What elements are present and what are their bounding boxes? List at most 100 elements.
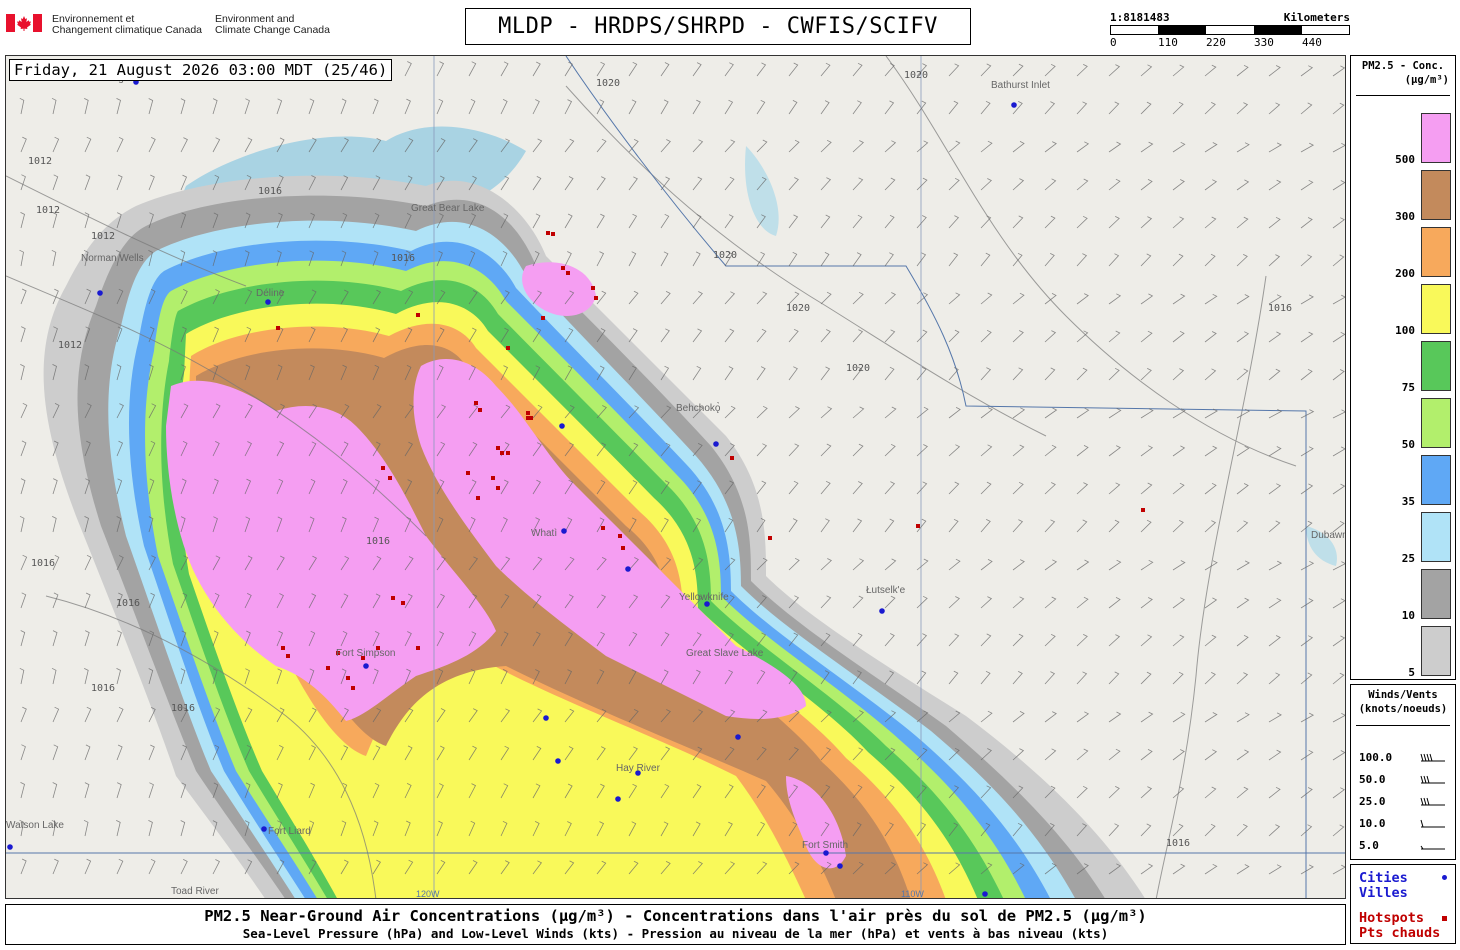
wind-barb bbox=[788, 480, 799, 495]
hotspot-marker bbox=[551, 232, 555, 236]
wind-barb bbox=[1268, 331, 1282, 343]
wind-barb bbox=[1108, 597, 1121, 609]
product-title: MLDP - HRDPS/SHRPD - CWFIS/SCIFV bbox=[465, 8, 971, 45]
city-marker bbox=[615, 796, 621, 802]
wind-barb bbox=[1204, 293, 1218, 305]
city-marker bbox=[97, 290, 103, 296]
wind-barb bbox=[404, 98, 411, 115]
wind-barb bbox=[116, 136, 124, 153]
wind-barb bbox=[1012, 711, 1025, 723]
wind-barb bbox=[820, 252, 830, 267]
city-dot-icon bbox=[1442, 875, 1447, 880]
wind-barb bbox=[1076, 215, 1088, 229]
wind-barb bbox=[1044, 253, 1055, 267]
place-label: Bathurst Inlet bbox=[991, 80, 1050, 91]
wind-barb bbox=[1300, 65, 1314, 77]
wind-barb bbox=[1108, 519, 1120, 533]
place-label: Behchokǫ̀ bbox=[676, 401, 721, 414]
wind-barb bbox=[1108, 64, 1121, 77]
wind-barb bbox=[20, 402, 28, 419]
wind-barb bbox=[948, 596, 960, 609]
wind-barb bbox=[212, 137, 221, 153]
wind-barb bbox=[148, 858, 156, 875]
wind-barb bbox=[948, 63, 960, 77]
hotspot-marker bbox=[768, 536, 772, 540]
wind-barb bbox=[84, 744, 91, 761]
wind-barb bbox=[564, 251, 572, 267]
wind-barb bbox=[1076, 253, 1088, 267]
wind-barb bbox=[1012, 596, 1025, 609]
city-marker bbox=[1011, 102, 1017, 108]
wind-barb bbox=[52, 592, 59, 609]
wind-barb bbox=[148, 820, 153, 837]
wind-barb bbox=[660, 328, 670, 343]
place-label: Łutselk'e bbox=[866, 585, 906, 596]
wind-barb bbox=[1140, 368, 1152, 381]
wind-barb bbox=[916, 177, 928, 191]
wind-barb bbox=[1268, 635, 1281, 647]
city-marker bbox=[7, 844, 13, 850]
agency-name-en: Environment and Climate Change Canada bbox=[215, 14, 345, 36]
wind-barb bbox=[1236, 864, 1250, 875]
place-label: Norman Wells bbox=[81, 253, 144, 264]
wind-barb bbox=[532, 61, 541, 77]
wind-barb bbox=[20, 326, 26, 343]
wind-barb bbox=[1076, 482, 1089, 495]
wind-barb bbox=[116, 630, 122, 647]
wind-barb bbox=[1140, 863, 1154, 875]
wind-barb bbox=[1076, 141, 1090, 153]
wind-barb bbox=[692, 62, 702, 77]
hotspot-marker bbox=[416, 646, 420, 650]
wind-barb bbox=[1140, 179, 1153, 191]
wind-barb bbox=[820, 518, 830, 533]
hotspot-marker bbox=[618, 534, 622, 538]
wind-barb bbox=[980, 559, 993, 571]
wind-barb bbox=[532, 138, 543, 153]
wind-barb bbox=[884, 406, 897, 419]
wind-barb bbox=[1044, 178, 1057, 191]
wind-barb bbox=[1204, 823, 1216, 837]
wind-barb bbox=[1236, 712, 1250, 723]
hotspot-marker bbox=[730, 456, 734, 460]
wind-barb bbox=[1236, 597, 1250, 609]
wind-barb bbox=[1268, 824, 1281, 837]
wind-barb bbox=[1204, 749, 1218, 761]
scale-bar-segments bbox=[1110, 25, 1350, 35]
wind-barb bbox=[148, 782, 154, 799]
hotspot-marker bbox=[591, 286, 595, 290]
wind-barb bbox=[628, 213, 638, 229]
isobar-label: 1016 bbox=[91, 683, 115, 694]
wind-barb bbox=[1012, 292, 1025, 305]
smoke-map[interactable]: Norman Wells Bathurst Inlet Great Bear L… bbox=[6, 56, 1346, 899]
wind-barb bbox=[884, 595, 896, 609]
wind-barb bbox=[1300, 217, 1313, 229]
wind-barb bbox=[1332, 824, 1345, 837]
meridian-label: 120W bbox=[416, 889, 440, 899]
legend-swatch bbox=[1421, 455, 1451, 505]
wind-barb bbox=[980, 178, 992, 191]
hotspot-marker bbox=[478, 408, 482, 412]
agency-name-en-line2: Climate Change Canada bbox=[215, 24, 330, 36]
city-marker bbox=[837, 863, 843, 869]
wind-barb bbox=[1204, 482, 1217, 495]
wind-barb bbox=[1332, 331, 1345, 343]
hotspot-marker bbox=[416, 313, 420, 317]
wind-barb bbox=[1236, 216, 1249, 229]
wind-barb bbox=[52, 478, 58, 495]
hotspot-marker bbox=[281, 646, 285, 650]
wind-barb bbox=[1076, 519, 1088, 533]
wind-barb bbox=[1140, 711, 1154, 723]
legend-divider bbox=[1356, 95, 1450, 96]
hotspot-marker bbox=[1141, 508, 1145, 512]
wind-barb bbox=[820, 595, 832, 609]
wind-barb bbox=[628, 99, 637, 115]
wind-barb bbox=[1044, 101, 1056, 115]
map-panel[interactable]: Norman Wells Bathurst Inlet Great Bear L… bbox=[5, 55, 1346, 899]
wind-barb bbox=[884, 140, 897, 153]
wind-barb bbox=[1012, 559, 1025, 571]
wind-barb bbox=[1012, 671, 1023, 685]
wind-barb bbox=[756, 99, 766, 115]
place-label: Watson Lake bbox=[6, 820, 64, 831]
wind-barb bbox=[20, 440, 27, 457]
wind-barb bbox=[788, 518, 798, 533]
